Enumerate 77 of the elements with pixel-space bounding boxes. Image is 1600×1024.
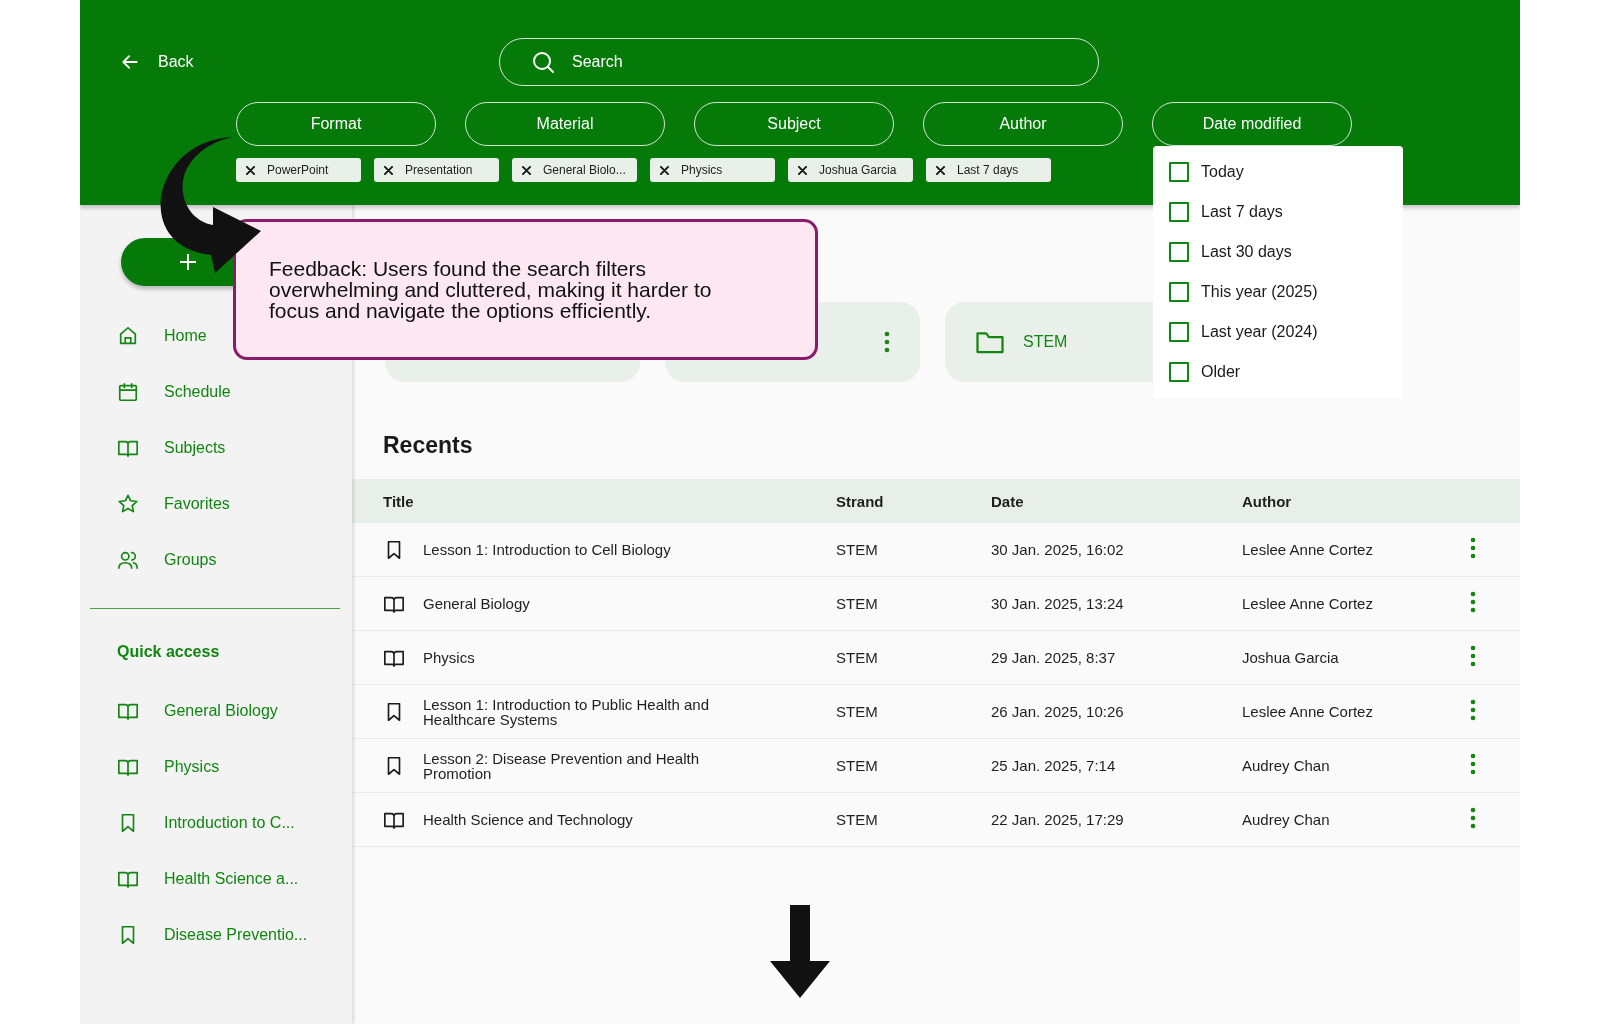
table-cell-text: Audrey Chan <box>1242 757 1331 774</box>
quick-access-item[interactable]: General Biology <box>80 683 352 739</box>
filter-chip[interactable]: Presentation <box>374 158 499 182</box>
table-cell[interactable]: Health Science and Technology <box>423 812 763 827</box>
nav-item[interactable]: Subjects <box>80 420 352 476</box>
column-header: Title <box>383 492 415 510</box>
table-cell-text: 29 Jan. 2025, 8:37 <box>991 649 1117 666</box>
more-icon[interactable] <box>1470 753 1476 775</box>
more-icon[interactable] <box>1470 699 1476 721</box>
table-cell-text: Joshua Garcia <box>1242 649 1340 666</box>
checkbox[interactable] <box>1169 282 1189 302</box>
search-icon <box>531 50 555 74</box>
close-icon[interactable] <box>522 165 531 175</box>
table-cell[interactable]: Lesson 2: Disease Prevention and Health Promotion <box>423 750 763 781</box>
table-cell-text: Audrey Chan <box>1242 811 1331 828</box>
back-link[interactable]: Back <box>120 52 499 72</box>
column-header: Strand <box>836 492 885 510</box>
menu-option[interactable]: Last 7 days <box>1153 192 1403 232</box>
filter-chip[interactable]: Physics <box>650 158 775 182</box>
close-icon[interactable] <box>936 165 945 175</box>
more-icon[interactable] <box>884 331 890 353</box>
people-icon <box>117 549 139 571</box>
nav-item[interactable]: Schedule <box>80 364 352 420</box>
nav-item[interactable]: Groups <box>80 532 352 588</box>
menu-option[interactable]: Today <box>1153 152 1403 192</box>
column-header: Author <box>1242 492 1293 510</box>
checkbox[interactable] <box>1169 322 1189 342</box>
table-cell[interactable]: Lesson 1: Introduction to Public Health and Healthcare Systems <box>423 696 763 727</box>
nav-item[interactable]: Favorites <box>80 476 352 532</box>
table-cell-text: 30 Jan. 2025, 16:02 <box>991 541 1125 558</box>
close-icon[interactable] <box>798 165 807 175</box>
table-cell-text: 30 Jan. 2025, 13:24 <box>991 595 1125 612</box>
filter-chip[interactable]: General Biolo... <box>512 158 637 182</box>
filter-chip[interactable]: Last 7 days <box>926 158 1051 182</box>
feedback-tooltip: Feedback: Users found the search filters overwhelming and cluttered, making it harder to focus and navigate the options efficiently. <box>233 219 818 360</box>
table-cell-text: Leslee Anne Cortez <box>1242 541 1374 558</box>
table-cell-text: Leslee Anne Cortez <box>1242 595 1374 612</box>
plus-icon <box>179 253 197 271</box>
quick-access-item[interactable]: Disease Preventio... <box>80 907 352 963</box>
table-cell-text: 25 Jan. 2025, 7:14 <box>991 757 1117 774</box>
section-title: Recents <box>382 431 474 460</box>
table-cell-text: Leslee Anne Cortez <box>1242 703 1374 720</box>
search-field[interactable]: Search <box>499 38 1099 86</box>
back-arrow-icon <box>120 52 140 72</box>
table-cell-text: 26 Jan. 2025, 10:26 <box>991 703 1125 720</box>
table-cell[interactable]: Lesson 1: Introduction to Cell Biology <box>423 542 763 557</box>
table-cell-text: STEM <box>836 541 879 558</box>
checkbox[interactable] <box>1169 242 1189 262</box>
checkbox[interactable] <box>1169 162 1189 182</box>
column-header: Date <box>991 492 1025 510</box>
section-heading: Quick access <box>116 642 221 661</box>
calendar-icon <box>117 381 139 403</box>
home-icon <box>117 325 139 347</box>
table-cell-text: STEM <box>836 595 879 612</box>
filter-chip[interactable]: PowerPoint <box>236 158 361 182</box>
table-cell-text: STEM <box>836 757 879 774</box>
more-icon[interactable] <box>1470 645 1476 667</box>
table-cell-text: STEM <box>836 649 879 666</box>
checkbox[interactable] <box>1169 362 1189 382</box>
close-icon[interactable] <box>660 165 669 175</box>
table-cell[interactable]: General Biology <box>423 596 763 611</box>
table-cell[interactable]: Physics <box>423 650 763 665</box>
close-icon[interactable] <box>246 165 255 175</box>
table-cell-text: STEM <box>836 703 879 720</box>
more-icon[interactable] <box>1470 537 1476 559</box>
close-icon[interactable] <box>384 165 393 175</box>
filter-chip[interactable]: Joshua Garcia <box>788 158 913 182</box>
checkbox[interactable] <box>1169 202 1189 222</box>
more-icon[interactable] <box>1470 807 1476 829</box>
more-icon[interactable] <box>1470 591 1476 613</box>
table-cell-text: STEM <box>836 811 879 828</box>
menu-option[interactable]: Last 30 days <box>1153 232 1403 272</box>
table-cell-text: 22 Jan. 2025, 17:29 <box>991 811 1125 828</box>
star-icon <box>117 493 139 515</box>
quick-access-item[interactable]: Introduction to C... <box>80 795 352 851</box>
quick-access-item[interactable]: Health Science a... <box>80 851 352 907</box>
quick-access-item[interactable]: Physics <box>80 739 352 795</box>
